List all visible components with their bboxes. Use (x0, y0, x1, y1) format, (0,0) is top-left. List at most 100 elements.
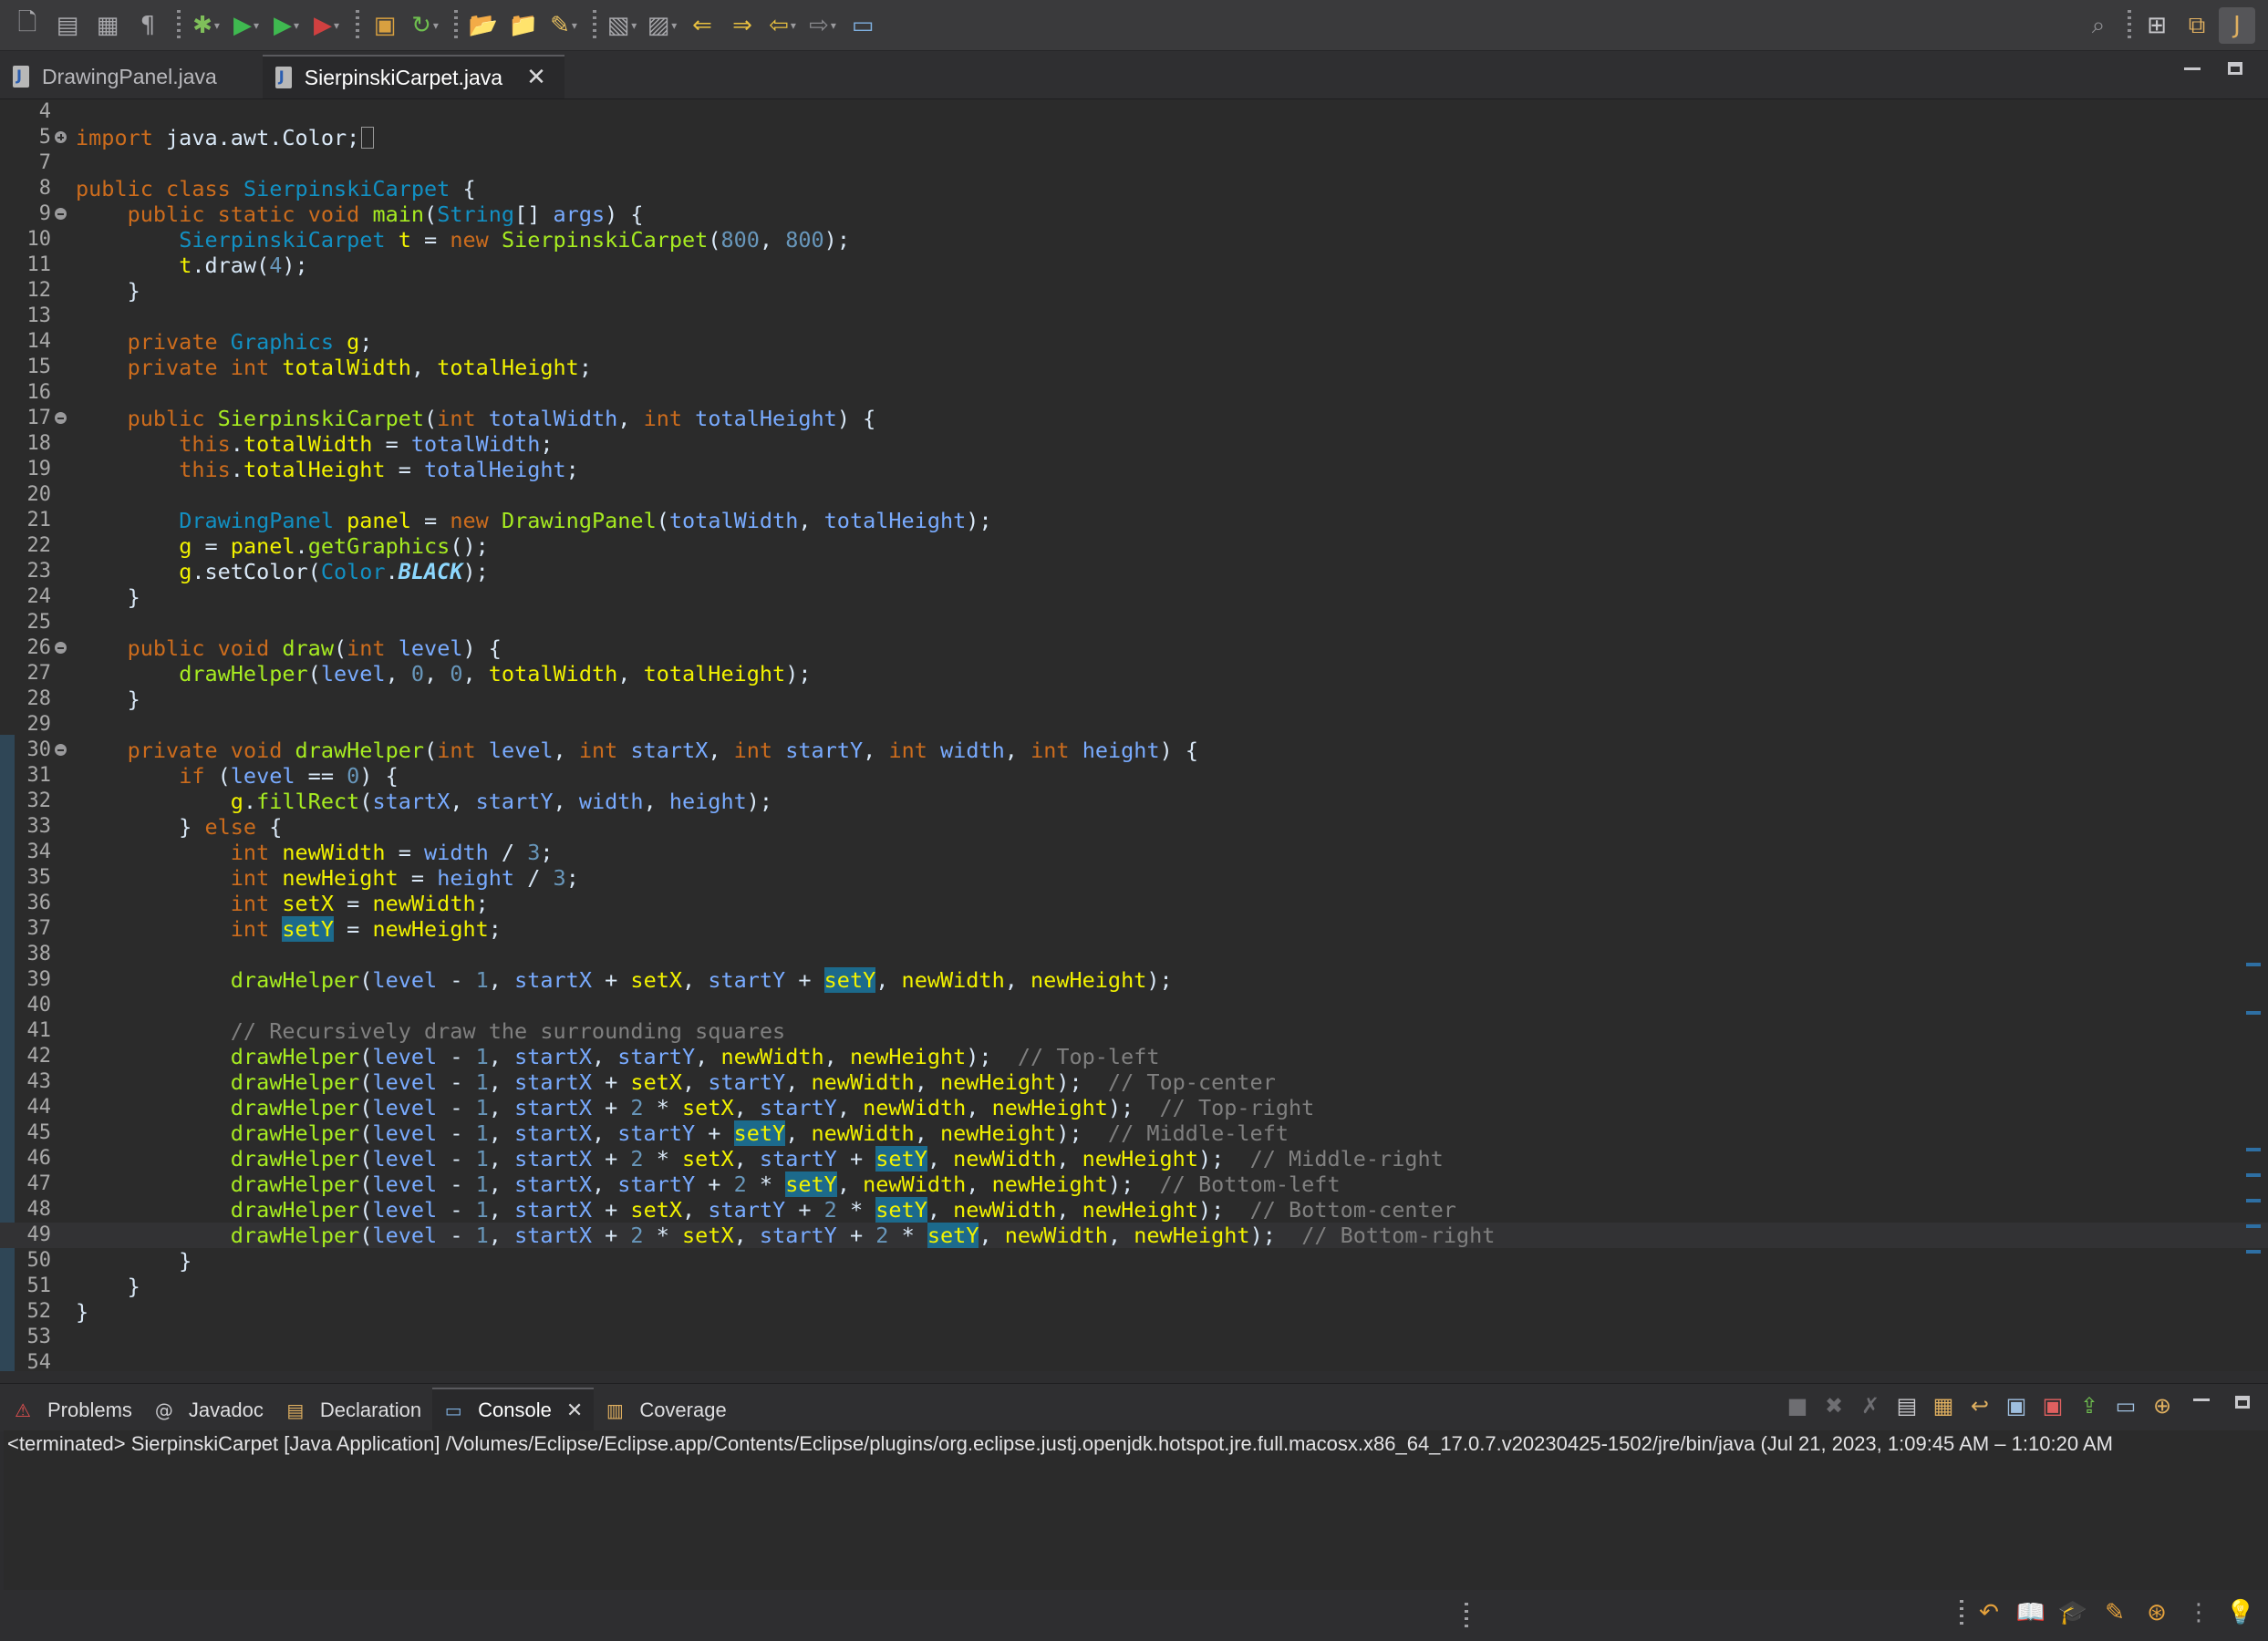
collapse-fold-icon[interactable] (55, 208, 67, 220)
code-line[interactable]: 39 drawHelper(level - 1, startX + setX, … (0, 967, 2268, 993)
code-line[interactable]: 32 g.fillRect(startX, startY, width, hei… (0, 789, 2268, 814)
tab-coverage[interactable]: ▥ Coverage (594, 1389, 737, 1431)
remove-launch-icon[interactable]: ✖ (1816, 1388, 1852, 1424)
word-wrap-icon[interactable]: ↩ (1962, 1388, 1998, 1424)
overview-marker[interactable] (2246, 1011, 2261, 1015)
tab-console[interactable]: ▭ Console ✕ (432, 1388, 595, 1431)
code-line[interactable]: 41 // Recursively draw the surrounding s… (0, 1018, 2268, 1044)
java-perspective-icon[interactable]: J (2219, 7, 2255, 44)
code-line[interactable]: 20 (0, 482, 2268, 508)
annotation-icon[interactable]: ▧ ▾ (604, 7, 640, 44)
code-line[interactable]: 42 drawHelper(level - 1, startX, startY,… (0, 1044, 2268, 1069)
code-line[interactable]: 36 int setX = newWidth; (0, 891, 2268, 916)
lightbulb-icon[interactable]: 💡 (2224, 1599, 2257, 1626)
code-line[interactable]: 21 DrawingPanel panel = new DrawingPanel… (0, 508, 2268, 533)
code-line[interactable]: 9 public static void main(String[] args)… (0, 201, 2268, 227)
code-line[interactable]: 24 } (0, 584, 2268, 610)
scroll-lock-icon[interactable]: ▦ (1925, 1388, 1962, 1424)
new-file-icon[interactable]: 🗋 (9, 7, 46, 44)
code-line[interactable]: 34 int newWidth = width / 3; (0, 840, 2268, 865)
forward-icon[interactable]: ⇨ ▾ (804, 7, 841, 44)
code-line[interactable]: 5 import java.awt.Color; (0, 125, 2268, 150)
open-folder-icon[interactable]: 📂 (465, 7, 502, 44)
code-line[interactable]: 49 drawHelper(level - 1, startX + 2 * se… (0, 1223, 2268, 1248)
undo-icon[interactable]: ↶ (1973, 1599, 2005, 1626)
code-line[interactable]: 53 (0, 1325, 2268, 1350)
search-brush-icon[interactable]: ✎ ▾ (545, 7, 582, 44)
more-icon[interactable]: ⋮ (2182, 1599, 2215, 1626)
code-editor[interactable]: 4 5 import java.awt.Color; 7 8 public class S… (0, 99, 2268, 1371)
code-line[interactable]: 23 g.setColor(Color.BLACK); (0, 559, 2268, 584)
code-line[interactable]: 12 } (0, 278, 2268, 304)
tab-declaration[interactable]: ▤ Declaration (274, 1389, 432, 1431)
collapse-fold-icon[interactable] (55, 642, 67, 654)
pilcrow-icon[interactable]: ¶ (129, 7, 166, 44)
code-line[interactable]: 7 (0, 150, 2268, 176)
overview-marker[interactable] (2246, 1148, 2261, 1151)
refresh-icon[interactable]: ↻ ▾ (407, 7, 443, 44)
clear-console-icon[interactable]: ▤ (1889, 1388, 1925, 1424)
tab-sierpinskicarpet-java[interactable]: SierpinskiCarpet.java ✕ (262, 55, 564, 98)
code-line[interactable]: 33 } else { (0, 814, 2268, 840)
code-line[interactable]: 45 drawHelper(level - 1, startX, startY … (0, 1120, 2268, 1146)
code-line[interactable]: 44 drawHelper(level - 1, startX + 2 * se… (0, 1095, 2268, 1120)
maximize-icon[interactable] (2228, 62, 2242, 75)
code-line[interactable]: 25 (0, 610, 2268, 635)
code-line[interactable]: 30 private void drawHelper(int level, in… (0, 738, 2268, 763)
remove-all-terminated-icon[interactable]: ✗ (1852, 1388, 1889, 1424)
coverage-run-icon[interactable]: ▶ ▾ (268, 7, 305, 44)
code-line[interactable]: 16 (0, 380, 2268, 406)
print-icon[interactable]: ▦ (89, 7, 126, 44)
tutorial-hat-icon[interactable]: 🎓 (2056, 1599, 2089, 1626)
new-java-package-icon[interactable]: ▣ (367, 7, 403, 44)
show-on-stderr-icon[interactable]: ▣ (2035, 1388, 2071, 1424)
code-line[interactable]: 8 public class SierpinskiCarpet { (0, 176, 2268, 201)
code-line[interactable]: 51 } (0, 1274, 2268, 1299)
code-line[interactable]: 28 } (0, 686, 2268, 712)
code-line[interactable]: 48 drawHelper(level - 1, startX + setX, … (0, 1197, 2268, 1223)
code-line[interactable]: 17 public SierpinskiCarpet(int totalWidt… (0, 406, 2268, 431)
code-line[interactable]: 46 drawHelper(level - 1, startX + 2 * se… (0, 1146, 2268, 1171)
expand-fold-icon[interactable] (55, 131, 67, 143)
open-console-icon[interactable]: ⊕ (2144, 1388, 2180, 1424)
search-icon[interactable]: ⌕ (2080, 7, 2117, 44)
overview-marker[interactable] (2246, 1250, 2261, 1254)
code-line[interactable]: 37 int setY = newHeight; (0, 916, 2268, 942)
open-perspective-icon[interactable]: ⊞ (2139, 7, 2175, 44)
code-line[interactable]: 52} (0, 1299, 2268, 1325)
show-on-stdout-icon[interactable]: ▣ (1998, 1388, 2035, 1424)
overview-marker[interactable] (2246, 963, 2261, 966)
code-line[interactable]: 47 drawHelper(level - 1, startX, startY … (0, 1171, 2268, 1197)
code-line[interactable]: 15 private int totalWidth, totalHeight; (0, 355, 2268, 380)
code-line[interactable]: 29 (0, 712, 2268, 738)
code-line[interactable]: 27 drawHelper(level, 0, 0, totalWidth, t… (0, 661, 2268, 686)
help-lifebuoy-icon[interactable]: ⊛ (2140, 1599, 2173, 1626)
save-all-icon[interactable]: ▤ (49, 7, 86, 44)
code-line[interactable]: 11 t.draw(4); (0, 253, 2268, 278)
minimize-icon[interactable] (2184, 67, 2201, 70)
tab-javadoc[interactable]: @ Javadoc (143, 1389, 274, 1431)
next-annotation-icon[interactable]: ▨ ▾ (644, 7, 680, 44)
prev-edit-icon[interactable]: ⇐ (684, 7, 720, 44)
back-icon[interactable]: ⇦ ▾ (764, 7, 801, 44)
code-line[interactable]: 10 SierpinskiCarpet t = new SierpinskiCa… (0, 227, 2268, 253)
code-line[interactable]: 4 (0, 99, 2268, 125)
pencil-icon[interactable]: ✎ (2098, 1599, 2131, 1626)
minimize-icon[interactable] (2193, 1398, 2210, 1401)
open-task-icon[interactable]: 📁 (505, 7, 542, 44)
overview-marker[interactable] (2246, 1173, 2261, 1177)
code-line[interactable]: 26 public void draw(int level) { (0, 635, 2268, 661)
tab-drawingpanel-java[interactable]: DrawingPanel.java (0, 55, 235, 98)
code-line[interactable]: 50 } (0, 1248, 2268, 1274)
console-output[interactable]: <terminated> SierpinskiCarpet [Java Appl… (4, 1430, 2268, 1590)
display-console-icon[interactable]: ▭ (2107, 1388, 2144, 1424)
code-line[interactable]: 31 if (level == 0) { (0, 763, 2268, 789)
code-line[interactable]: 18 this.totalWidth = totalWidth; (0, 431, 2268, 457)
pin-console-icon[interactable]: ⇪ (2071, 1388, 2107, 1424)
maximize-icon[interactable] (2235, 1396, 2250, 1409)
tab-problems[interactable]: ⚠ Problems (2, 1389, 143, 1431)
code-line[interactable]: 35 int newHeight = height / 3; (0, 865, 2268, 891)
code-line[interactable]: 40 (0, 993, 2268, 1018)
pin-editor-icon[interactable]: ▭ (844, 7, 881, 44)
collapse-fold-icon[interactable] (55, 744, 67, 756)
